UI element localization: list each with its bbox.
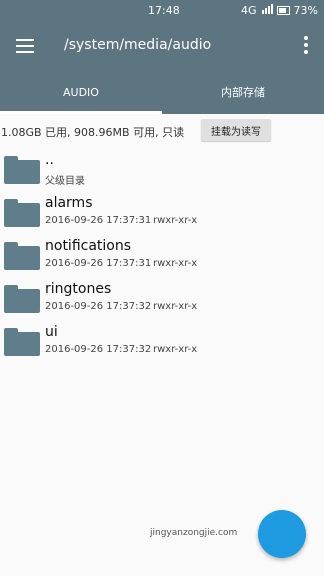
- battery-icon: [276, 6, 290, 15]
- list-item[interactable]: notifications 2016-09-26 17:37:31 rwxr-x…: [0, 236, 324, 279]
- storage-info-row: 1.08GB 已用, 908.96MB 可用, 只读 挂载为读写: [0, 116, 324, 144]
- item-name: ..: [45, 152, 54, 168]
- item-date: 2016-09-26 17:37:32: [45, 301, 152, 312]
- folder-icon: [4, 199, 40, 227]
- folder-icon: [4, 285, 40, 313]
- item-permissions: rwxr-xr-x: [153, 215, 198, 226]
- file-list: .. 父级目录 alarms 2016-09-26 17:37:31 rwxr-…: [0, 150, 324, 365]
- folder-icon: [4, 328, 40, 356]
- status-bar: 17:48 4G 73%: [0, 0, 324, 22]
- tab-bar: AUDIO 内部存储: [0, 70, 324, 114]
- network-label: 4G: [241, 4, 257, 17]
- list-item[interactable]: ui 2016-09-26 17:37:32 rwxr-xr-x: [0, 322, 324, 365]
- path-title: /system/media/audio: [64, 37, 212, 53]
- item-name: alarms: [45, 195, 93, 211]
- mount-rw-button[interactable]: 挂载为读写: [201, 119, 271, 141]
- item-permissions: rwxr-xr-x: [153, 301, 198, 312]
- status-time: 17:48: [148, 4, 180, 17]
- tab-internal-storage[interactable]: 内部存储: [162, 70, 324, 114]
- list-item-parent[interactable]: .. 父级目录: [0, 150, 324, 193]
- tab-indicator: [0, 111, 162, 114]
- watermark-text: jingyanzongjie.com: [150, 528, 238, 538]
- item-permissions: rwxr-xr-x: [153, 344, 198, 355]
- signal-icon: [261, 4, 273, 17]
- storage-info-text: 1.08GB 已用, 908.96MB 可用, 只读: [1, 126, 185, 139]
- item-permissions: rwxr-xr-x: [153, 258, 198, 269]
- battery-percent: 73%: [293, 4, 318, 17]
- status-icons: 4G 73%: [241, 4, 318, 17]
- folder-icon: [4, 242, 40, 270]
- floating-action-button[interactable]: [258, 510, 306, 558]
- item-name: ui: [45, 324, 58, 340]
- item-date: 2016-09-26 17:37:31: [45, 215, 152, 226]
- list-item[interactable]: ringtones 2016-09-26 17:37:32 rwxr-xr-x: [0, 279, 324, 322]
- item-name: ringtones: [45, 281, 112, 297]
- item-name: notifications: [45, 238, 132, 254]
- item-date: 2016-09-26 17:37:31: [45, 258, 152, 269]
- more-options-icon[interactable]: [304, 36, 308, 56]
- menu-icon[interactable]: [16, 39, 34, 53]
- toolbar: /system/media/audio: [0, 22, 324, 70]
- item-date: 2016-09-26 17:37:32: [45, 344, 152, 355]
- list-item[interactable]: alarms 2016-09-26 17:37:31 rwxr-xr-x: [0, 193, 324, 236]
- item-subtitle: 父级目录: [45, 176, 85, 187]
- folder-icon: [4, 156, 40, 184]
- tab-audio[interactable]: AUDIO: [0, 70, 162, 114]
